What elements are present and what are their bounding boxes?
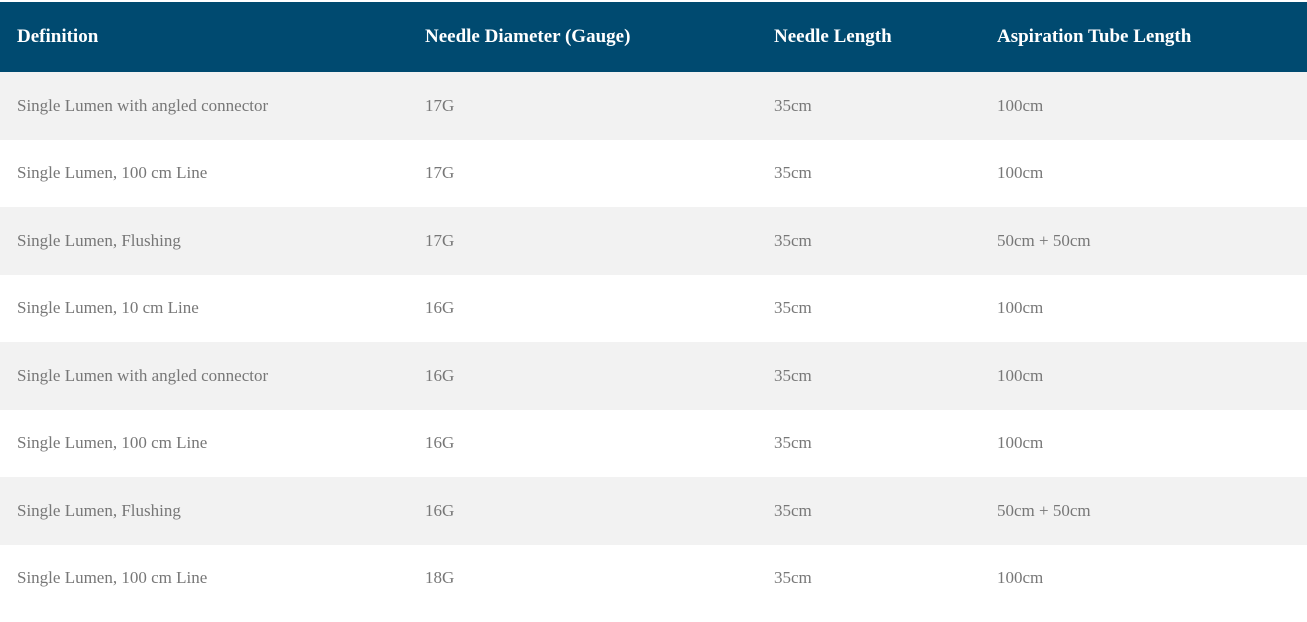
cell-definition: Single Lumen with angled connector — [17, 365, 269, 385]
table-row: Single Lumen with angled connector 17G 3… — [0, 72, 1307, 140]
cell-aspiration-tube-length: 100cm — [997, 163, 1044, 183]
table-row: Single Lumen, Flushing 17G 35cm 50cm + 5… — [0, 207, 1307, 275]
cell-needle-length: 35cm — [774, 298, 812, 318]
header-aspiration-tube-length: Aspiration Tube Length — [997, 26, 1192, 47]
table-row: Single Lumen, 100 cm Line 17G 35cm 100cm — [0, 139, 1307, 207]
cell-aspiration-tube-length: 100cm — [997, 433, 1044, 453]
cell-aspiration-tube-length: 100cm — [997, 365, 1044, 385]
table-header: Definition Needle Diameter (Gauge) Needl… — [0, 2, 1307, 72]
cell-needle-length: 35cm — [774, 95, 812, 115]
cell-needle-length: 35cm — [774, 568, 812, 588]
table-row: Single Lumen, 100 cm Line 18G 35cm 100cm — [0, 544, 1307, 612]
header-definition: Definition — [17, 26, 99, 47]
cell-definition: Single Lumen, Flushing — [17, 230, 181, 250]
cell-aspiration-tube-length: 100cm — [997, 95, 1044, 115]
cell-needle-length: 35cm — [774, 230, 812, 250]
header-row: Definition Needle Diameter (Gauge) Needl… — [0, 2, 1307, 72]
cell-definition: Single Lumen, 100 cm Line — [17, 163, 208, 183]
header-needle-diameter: Needle Diameter (Gauge) — [425, 26, 631, 47]
table-row: Single Lumen with angled connector 16G 3… — [0, 342, 1307, 410]
cell-definition: Single Lumen, Flushing — [17, 500, 181, 520]
cell-definition: Single Lumen with angled connector — [17, 95, 269, 115]
cell-needle-diameter: 16G — [425, 298, 455, 318]
cell-needle-diameter: 16G — [425, 365, 455, 385]
cell-needle-length: 35cm — [774, 163, 812, 183]
cell-definition: Single Lumen, 100 cm Line — [17, 433, 208, 453]
header-needle-length: Needle Length — [774, 26, 892, 47]
cell-needle-diameter: 16G — [425, 500, 455, 520]
cell-needle-diameter: 17G — [425, 95, 455, 115]
table-row: Single Lumen, 10 cm Line 16G 35cm 100cm — [0, 274, 1307, 342]
cell-needle-length: 35cm — [774, 500, 812, 520]
cell-definition: Single Lumen, 100 cm Line — [17, 568, 208, 588]
cell-definition: Single Lumen, 10 cm Line — [17, 298, 199, 318]
cell-needle-diameter: 17G — [425, 163, 455, 183]
cell-needle-length: 35cm — [774, 433, 812, 453]
product-spec-table-container: Definition Needle Diameter (Gauge) Needl… — [0, 0, 1307, 612]
cell-aspiration-tube-length: 50cm + 50cm — [997, 500, 1091, 520]
table-row: Single Lumen, 100 cm Line 16G 35cm 100cm — [0, 409, 1307, 477]
cell-aspiration-tube-length: 50cm + 50cm — [997, 230, 1091, 250]
product-spec-table: Definition Needle Diameter (Gauge) Needl… — [0, 2, 1307, 612]
cell-needle-diameter: 17G — [425, 230, 455, 250]
table-row: Single Lumen, Flushing 16G 35cm 50cm + 5… — [0, 477, 1307, 545]
table-body: Single Lumen with angled connector 17G 3… — [0, 72, 1307, 612]
cell-needle-diameter: 18G — [425, 568, 455, 588]
cell-needle-length: 35cm — [774, 365, 812, 385]
cell-needle-diameter: 16G — [425, 433, 455, 453]
cell-aspiration-tube-length: 100cm — [997, 298, 1044, 318]
cell-aspiration-tube-length: 100cm — [997, 568, 1044, 588]
